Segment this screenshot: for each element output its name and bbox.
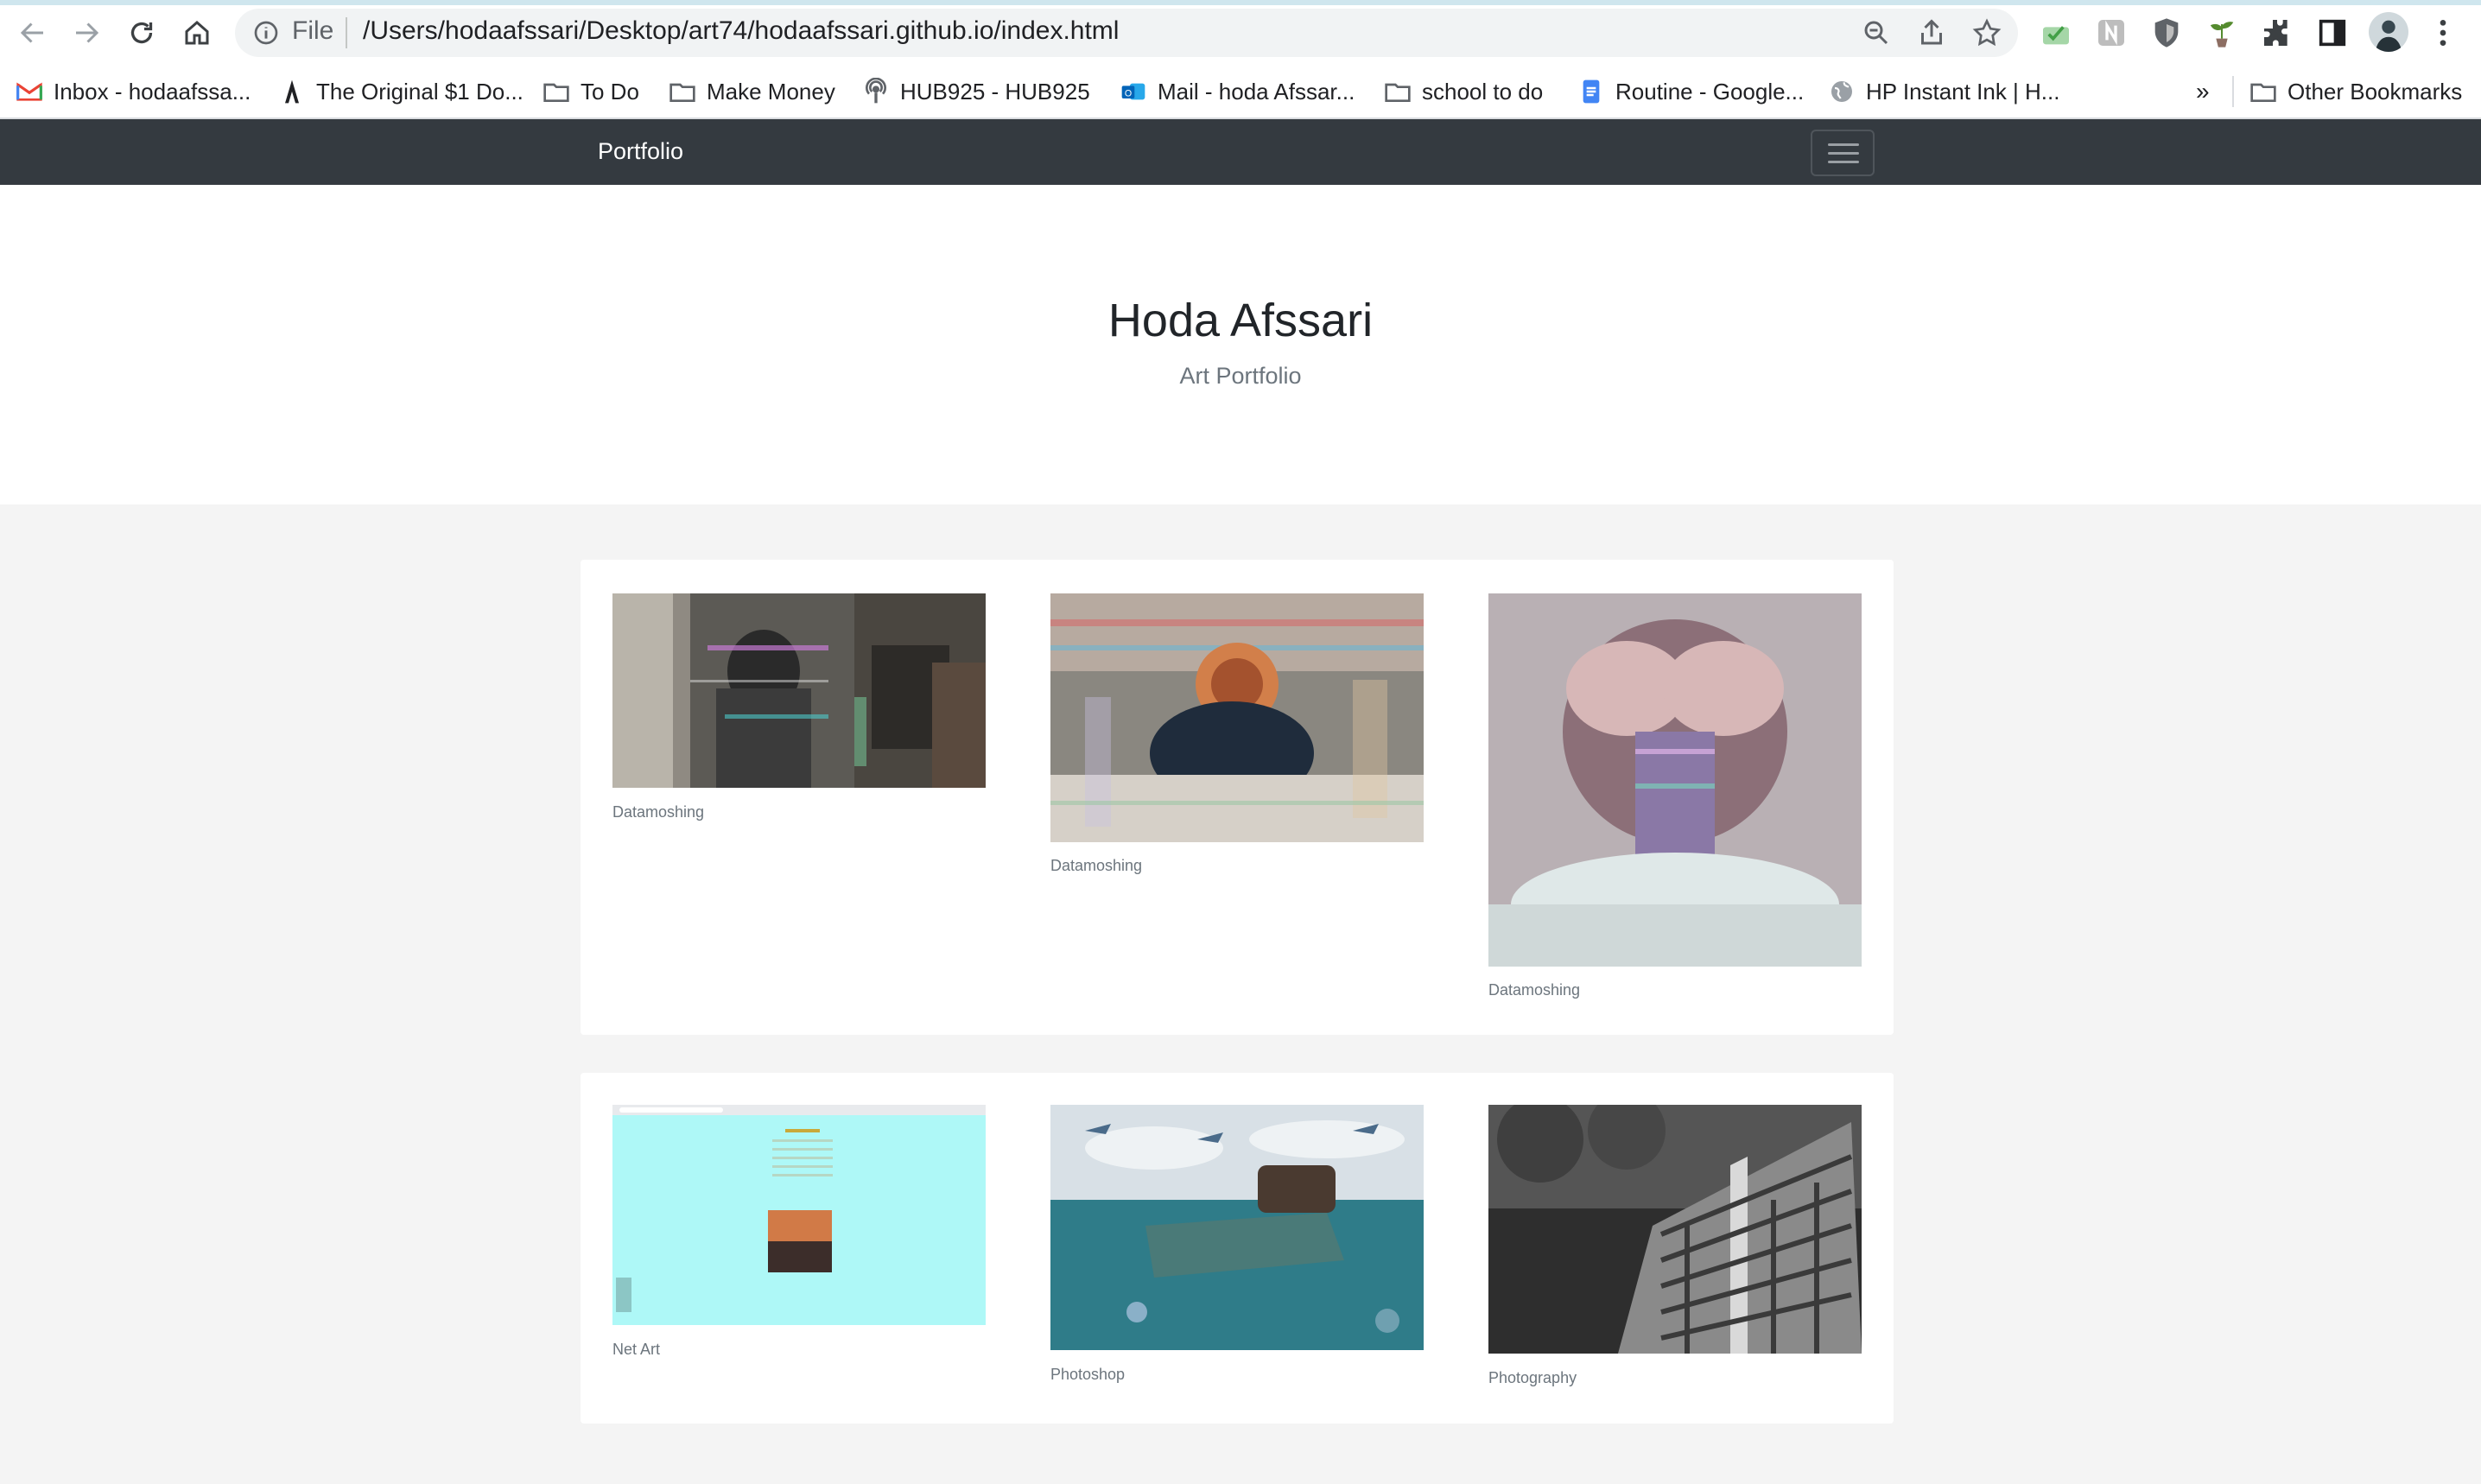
gallery-caption: Photoshop xyxy=(1050,1366,1126,1383)
other-bookmarks[interactable]: Other Bookmarks xyxy=(2249,76,2462,107)
overflow-chevron-icon: » xyxy=(2196,78,2210,105)
site-navbar xyxy=(0,119,2481,185)
bookmark-label: school to do xyxy=(1422,78,1544,105)
address-divider xyxy=(346,17,347,48)
share-icon[interactable] xyxy=(1916,17,1947,48)
razor-icon xyxy=(285,79,299,104)
bookmark-label: Inbox - hodaafssa... xyxy=(54,78,251,105)
svg-text:O: O xyxy=(1125,88,1132,98)
forward-arrow-icon xyxy=(76,22,99,43)
bookmark-inbox[interactable]: Inbox - hodaafssa... xyxy=(16,76,251,107)
gallery-image[interactable] xyxy=(1050,1105,1424,1350)
bookmarks-overflow-button[interactable]: » xyxy=(2196,76,2210,107)
window-accent xyxy=(0,0,2481,5)
gallery-image[interactable] xyxy=(612,593,986,788)
bookmark-label: To Do xyxy=(581,78,639,105)
profile-avatar[interactable] xyxy=(2369,12,2408,52)
bookmark-label: Mail - hoda Afssar... xyxy=(1158,78,1355,105)
folder-icon xyxy=(1385,83,1411,102)
gmail-icon xyxy=(16,82,42,101)
page-subtitle: Art Portfolio xyxy=(1179,363,1302,389)
home-icon xyxy=(185,21,209,45)
podcast-icon xyxy=(866,78,886,104)
globe-icon xyxy=(1831,81,1852,102)
gallery-image[interactable] xyxy=(612,1105,986,1325)
extension-inbox-icon[interactable] xyxy=(2039,16,2073,50)
gallery-caption: Datamoshing xyxy=(612,803,705,821)
bookmark-label: Routine - Google... xyxy=(1615,78,1805,105)
bookmark-hp-ink[interactable]: HP Instant Ink | H... xyxy=(1828,76,2059,107)
menu-kebab-icon[interactable] xyxy=(2426,16,2460,50)
bookmark-label: The Original $1 Do... xyxy=(316,78,523,105)
shield-icon[interactable] xyxy=(2149,16,2184,50)
forward-button[interactable] xyxy=(60,12,112,54)
bookmarks-divider xyxy=(2232,76,2234,107)
bookmark-label: Make Money xyxy=(707,78,835,105)
bookmark-label: HUB925 - HUB925 xyxy=(900,78,1090,105)
side-panel-icon[interactable] xyxy=(2315,16,2350,50)
zoom-icon[interactable] xyxy=(1861,17,1892,48)
bookmark-routine[interactable]: Routine - Google... xyxy=(1577,76,1804,107)
back-arrow-icon xyxy=(20,22,43,43)
reload-button[interactable] xyxy=(116,12,168,54)
folder-icon xyxy=(669,83,695,102)
hamburger-icon xyxy=(1828,143,1859,146)
gallery-caption: Net Art xyxy=(612,1341,661,1358)
url-text[interactable]: /Users/hodaafssari/Desktop/art74/hodaafs… xyxy=(363,16,1119,46)
bookmarks-bar: Inbox - hodaafssa... The Original $1 Do.… xyxy=(0,66,2481,116)
folder-icon xyxy=(2250,83,2276,102)
bookmark-hub925[interactable]: HUB925 - HUB925 xyxy=(862,76,1090,107)
bookmark-folder-todo[interactable]: To Do xyxy=(543,76,639,107)
other-bookmarks-label: Other Bookmarks xyxy=(2287,78,2463,105)
bookmark-label: HP Instant Ink | H... xyxy=(1866,78,2060,105)
gallery-image[interactable] xyxy=(1488,1105,1862,1354)
bookmark-star-icon[interactable] xyxy=(1971,17,2002,48)
bookmark-dollar-shave[interactable]: The Original $1 Do... xyxy=(278,76,523,107)
navbar-brand[interactable]: Portfolio xyxy=(598,138,683,165)
gallery-image[interactable] xyxy=(1488,593,1862,967)
extensions-puzzle-icon[interactable] xyxy=(2260,16,2294,50)
navbar-toggle-button[interactable] xyxy=(1811,130,1875,176)
bookmark-mail[interactable]: O Mail - hoda Afssar... xyxy=(1120,76,1355,107)
avatar-icon xyxy=(2375,20,2402,52)
info-icon[interactable] xyxy=(252,19,280,47)
bookmark-folder-school[interactable]: school to do xyxy=(1384,76,1543,107)
extension-letter-icon[interactable] xyxy=(2094,16,2129,50)
outlook-icon: O xyxy=(1121,83,1145,100)
address-scheme-label: File xyxy=(292,16,334,45)
docs-icon xyxy=(1583,79,1600,104)
plant-icon[interactable] xyxy=(2205,16,2239,50)
page-title: Hoda Afssari xyxy=(1107,295,1374,346)
bookmark-folder-make-money[interactable]: Make Money xyxy=(669,76,835,107)
reload-icon xyxy=(130,22,153,44)
gallery-image[interactable] xyxy=(1050,593,1424,842)
hamburger-icon-bar xyxy=(1828,161,1859,163)
gallery-caption: Photography xyxy=(1488,1369,1577,1386)
gallery-caption: Datamoshing xyxy=(1050,857,1143,874)
hamburger-icon-bar xyxy=(1828,152,1859,155)
folder-icon xyxy=(543,83,569,102)
home-button[interactable] xyxy=(171,12,223,54)
back-button[interactable] xyxy=(7,12,59,54)
gallery-caption: Datamoshing xyxy=(1488,981,1581,999)
